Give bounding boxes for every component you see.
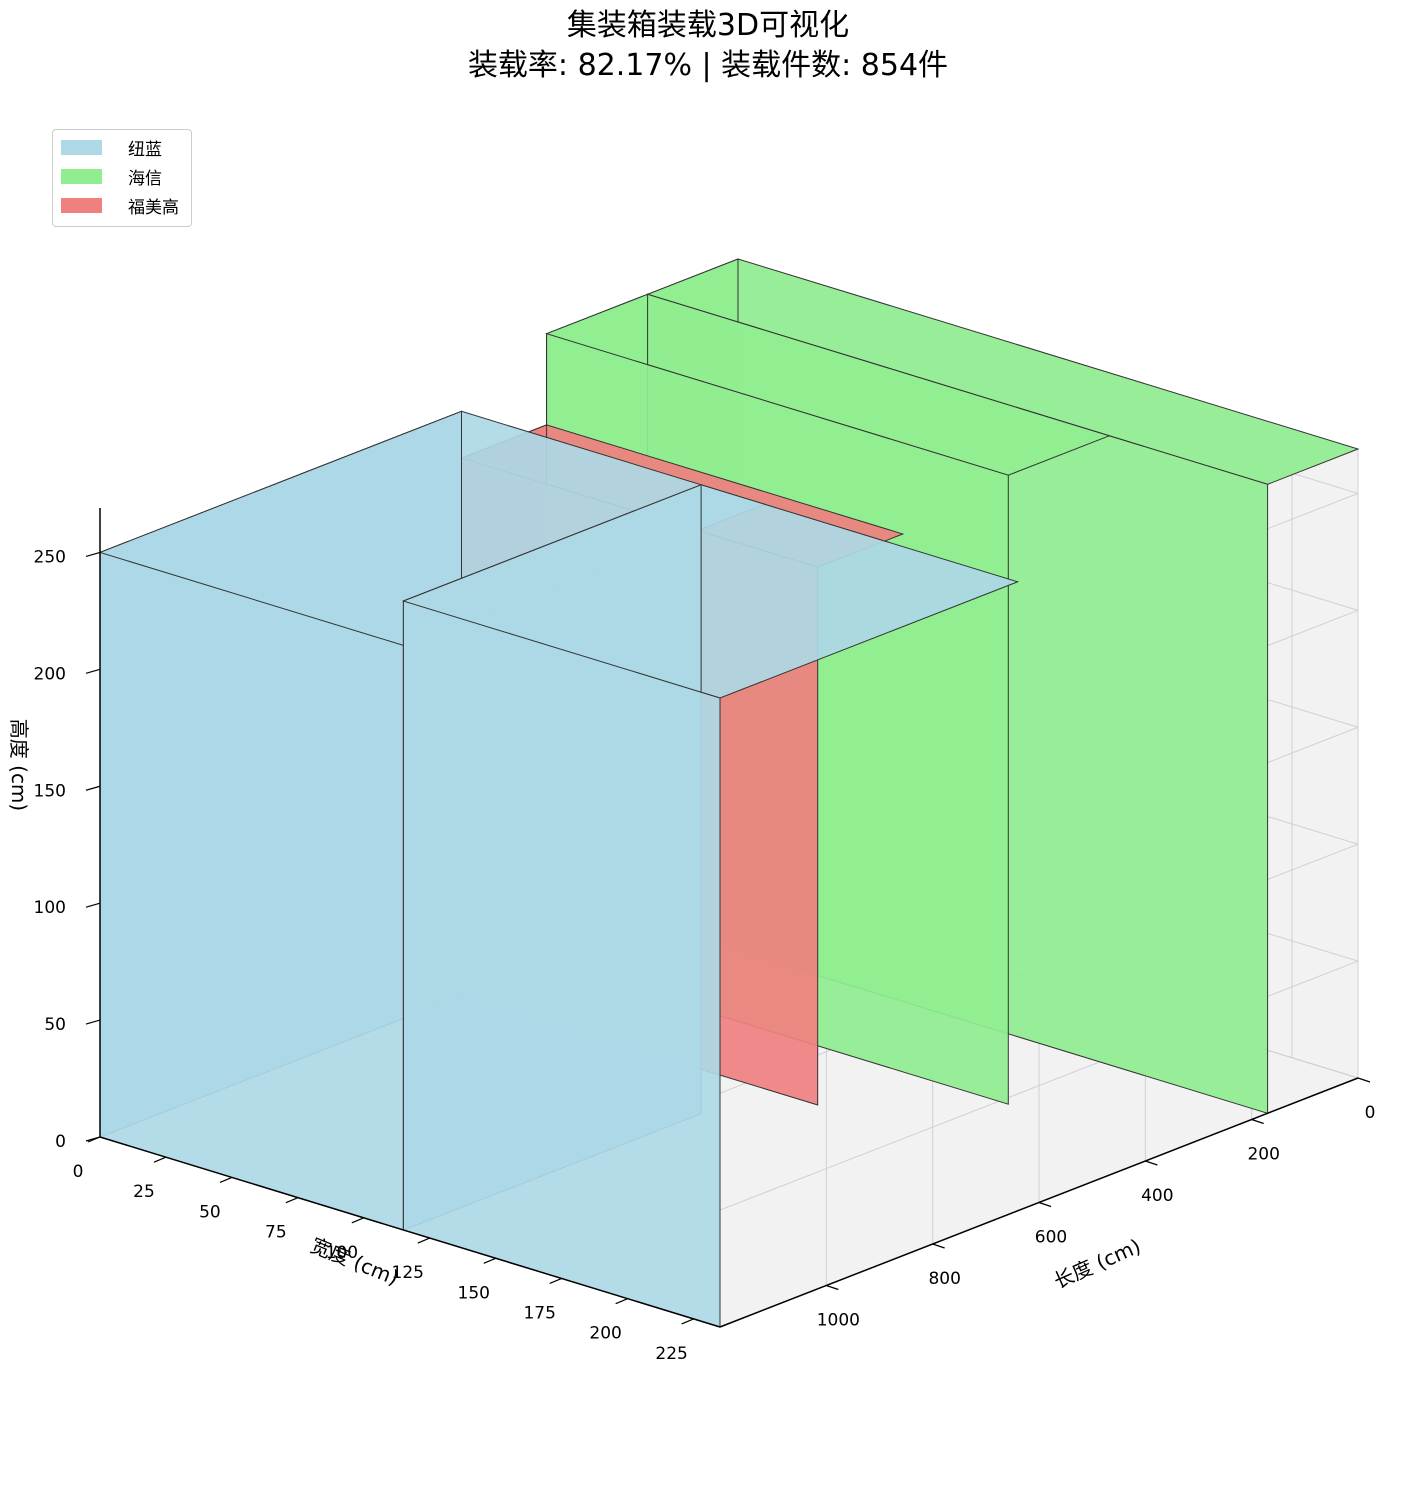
x-tick bbox=[1145, 1160, 1158, 1166]
y-tick-label: 0 bbox=[73, 1162, 84, 1182]
z-tick bbox=[85, 551, 101, 558]
legend-label: 纽蓝 bbox=[128, 139, 162, 160]
x-tick-label: 1000 bbox=[817, 1311, 860, 1331]
y-tick bbox=[417, 1237, 431, 1244]
legend: 纽蓝 海信 福美高 bbox=[52, 129, 192, 227]
x-tick-label: 0 bbox=[1365, 1103, 1376, 1123]
x-tick-label: 400 bbox=[1141, 1186, 1173, 1206]
x-tick bbox=[1038, 1201, 1052, 1208]
y-tick-label: 200 bbox=[589, 1324, 621, 1344]
y-tick-label: 25 bbox=[133, 1182, 155, 1202]
y-tick bbox=[351, 1217, 365, 1224]
legend-item-hisense: 海信 bbox=[61, 165, 162, 189]
z-tick-label: 250 bbox=[34, 547, 66, 567]
x-tick-label: 200 bbox=[1247, 1145, 1279, 1165]
z-tick bbox=[85, 785, 101, 791]
y-tick-label: 75 bbox=[265, 1223, 287, 1243]
y-tick bbox=[285, 1197, 299, 1204]
box-face-length bbox=[99, 551, 404, 1231]
legend-item-niulan: 纽蓝 bbox=[61, 136, 162, 160]
y-tick bbox=[153, 1156, 167, 1163]
x-tick-label: 800 bbox=[928, 1269, 960, 1289]
legend-item-fumeigao: 福美高 bbox=[61, 194, 179, 218]
z-tick bbox=[85, 668, 101, 674]
legend-swatch bbox=[61, 197, 102, 213]
y-tick-label: 175 bbox=[523, 1303, 555, 1323]
z-tick-label: 0 bbox=[55, 1132, 66, 1152]
z-tick-label: 200 bbox=[34, 664, 66, 684]
y-tick bbox=[681, 1318, 694, 1325]
legend-label: 福美高 bbox=[128, 197, 179, 218]
x-tick bbox=[1357, 1077, 1371, 1083]
box-face-length bbox=[402, 600, 721, 1328]
chart-plot: 0200400600800100002550751001251501752002… bbox=[7, 258, 1376, 1364]
y-tick bbox=[219, 1176, 233, 1183]
y-tick bbox=[615, 1298, 628, 1305]
x-tick bbox=[932, 1243, 945, 1249]
y-tick-label: 225 bbox=[655, 1344, 687, 1364]
y-axis-label: 宽度 (cm) bbox=[307, 1233, 402, 1290]
z-tick bbox=[85, 1019, 101, 1025]
legend-label: 海信 bbox=[128, 168, 162, 189]
y-tick bbox=[483, 1257, 496, 1264]
z-axis-label: 高度 (cm) bbox=[7, 719, 31, 811]
z-tick-label: 50 bbox=[44, 1015, 66, 1035]
y-tick-label: 150 bbox=[458, 1283, 490, 1303]
y-tick bbox=[549, 1277, 562, 1285]
legend-swatch bbox=[61, 168, 102, 184]
x-tick bbox=[1251, 1118, 1264, 1125]
z-tick bbox=[85, 902, 101, 908]
legend-swatch bbox=[61, 139, 102, 155]
y-tick-label: 50 bbox=[199, 1202, 221, 1222]
z-tick-label: 150 bbox=[34, 781, 66, 801]
z-tick-label: 100 bbox=[34, 898, 66, 918]
x-tick bbox=[826, 1284, 839, 1291]
x-tick-label: 600 bbox=[1035, 1228, 1067, 1248]
